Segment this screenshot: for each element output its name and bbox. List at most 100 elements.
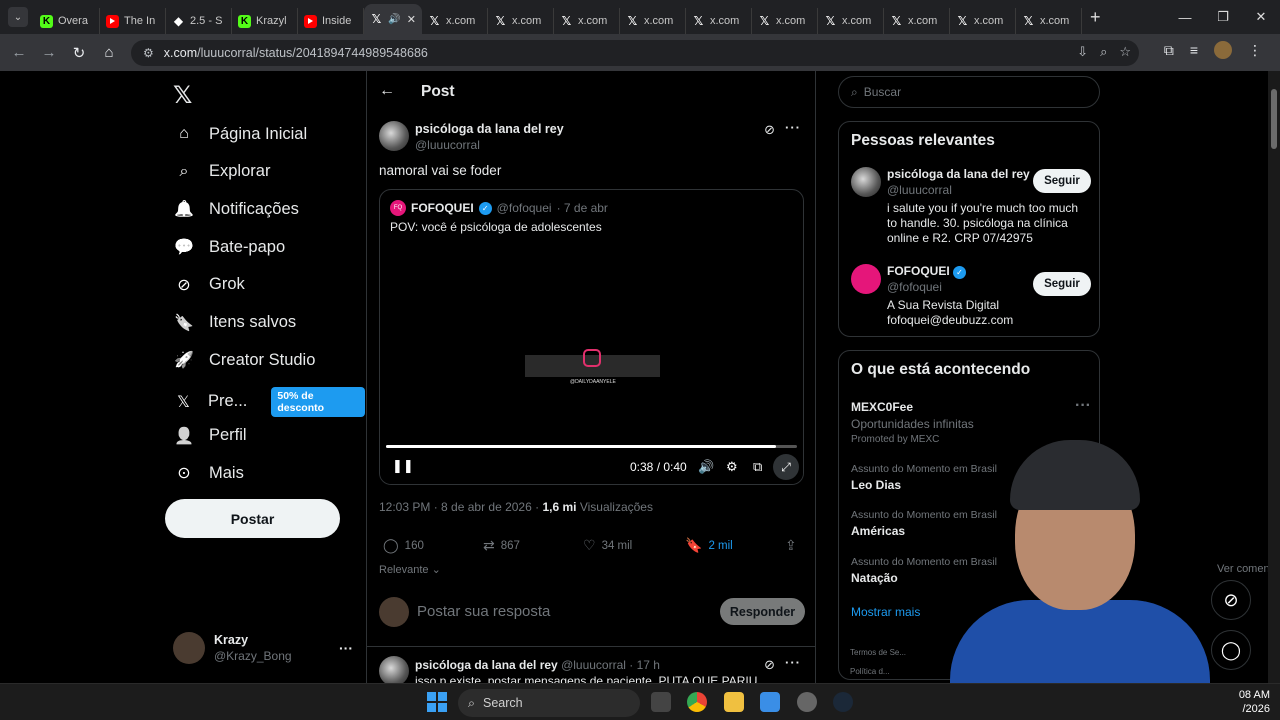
tab-label: x.com xyxy=(776,15,806,27)
follow-button[interactable]: Seguir xyxy=(1033,272,1091,296)
browser-tab[interactable]: The In xyxy=(100,8,166,34)
trend-item[interactable]: MEXC0Fee Oportunidades infinitas Promote… xyxy=(851,397,1091,445)
more-icon[interactable]: ··· xyxy=(339,640,353,656)
media-icon[interactable]: ≡ xyxy=(1190,42,1198,58)
more-icon[interactable]: ··· xyxy=(1075,397,1091,415)
obs-icon[interactable] xyxy=(797,692,817,712)
author-avatar[interactable] xyxy=(379,121,409,151)
premium-discount-badge[interactable]: 50% de desconto xyxy=(271,386,365,417)
reply-input[interactable]: Postar sua resposta xyxy=(417,603,550,620)
browser-tab[interactable]: 𝕏x.com xyxy=(488,8,554,34)
task-view-icon[interactable] xyxy=(651,692,671,712)
page-scrollbar[interactable] xyxy=(1268,71,1280,683)
forward-icon[interactable]: → xyxy=(34,44,64,61)
install-icon[interactable]: ⇩ xyxy=(1077,44,1088,60)
share-icon: ⇪ xyxy=(785,537,797,553)
home-icon[interactable]: ⌂ xyxy=(94,44,124,61)
browser-tab[interactable]: K Overa xyxy=(34,8,100,34)
menu-icon[interactable]: ⋮ xyxy=(1248,42,1262,59)
browser-tab[interactable]: 𝕏x.com xyxy=(554,8,620,34)
author-name[interactable]: psicóloga da lana del rey xyxy=(415,122,564,136)
grok-icon[interactable]: ⊘ xyxy=(764,122,775,138)
grok-float-icon[interactable]: ⊘ xyxy=(1211,580,1251,620)
video-progress-bar[interactable] xyxy=(386,445,797,448)
back-arrow-icon[interactable]: ← xyxy=(379,82,395,100)
browser-tab[interactable]: 𝕏x.com xyxy=(686,8,752,34)
share-button[interactable]: ⇪ xyxy=(785,537,797,554)
nav-item-rocket[interactable]: 🚀 Creator Studio xyxy=(173,349,315,371)
post-timestamp[interactable]: 12:03 PM · 8 de abr de 2026 · xyxy=(379,500,539,514)
account-handle: @Krazy_Bong xyxy=(214,649,292,663)
nav-item-chat[interactable]: 💬 Bate-papo xyxy=(173,236,285,258)
account-switcher[interactable]: Krazy @Krazy_Bong ··· xyxy=(173,632,353,664)
grok-icon[interactable]: ⊘ xyxy=(764,657,775,673)
browser-tab[interactable]: 𝕏 🔊 ✕ xyxy=(364,4,422,34)
close-window-button[interactable]: ✕ xyxy=(1242,0,1280,34)
system-clock[interactable]: 08 AM /2026 xyxy=(1239,688,1270,716)
reply-submit-button[interactable]: Responder xyxy=(720,598,805,625)
reload-icon[interactable]: ↻ xyxy=(64,44,94,62)
bookmark-button[interactable]: 🔖 2 mil xyxy=(685,537,733,554)
nav-item-search[interactable]: ⌕ Explorar xyxy=(173,161,271,183)
profile-avatar[interactable] xyxy=(1214,41,1232,59)
browser-tab[interactable]: 𝕏x.com xyxy=(620,8,686,34)
pause-icon[interactable]: ❚❚ xyxy=(392,458,414,474)
volume-icon[interactable]: 🔊 xyxy=(698,459,714,475)
minimize-button[interactable]: — xyxy=(1166,0,1204,34)
more-icon[interactable]: ··· xyxy=(785,655,801,670)
nav-item-person[interactable]: 👤 Perfil xyxy=(173,425,247,447)
x-logo-icon[interactable]: 𝕏 xyxy=(173,81,192,110)
nav-item-bell[interactable]: 🔔 Notificações xyxy=(173,198,299,220)
windows-start-icon[interactable] xyxy=(427,692,447,712)
browser-tab[interactable]: ◆ 2.5 - S xyxy=(166,8,232,34)
taskbar-search[interactable]: ⌕ Search xyxy=(458,689,640,717)
paint-icon[interactable] xyxy=(760,692,780,712)
browser-tab[interactable]: Inside xyxy=(298,8,364,34)
site-info-icon[interactable]: ⚙ xyxy=(143,46,154,60)
browser-tab[interactable]: 𝕏x.com xyxy=(422,8,488,34)
author-handle[interactable]: @luuucorral xyxy=(415,138,480,152)
restore-button[interactable]: ❐ xyxy=(1204,0,1242,34)
browser-tab[interactable]: 𝕏x.com xyxy=(950,8,1016,34)
file-explorer-icon[interactable] xyxy=(724,692,744,712)
search-input[interactable]: ⌕ Buscar xyxy=(838,76,1100,108)
follow-button[interactable]: Seguir xyxy=(1033,169,1091,193)
post-button[interactable]: Postar xyxy=(165,499,340,538)
like-button[interactable]: ♡ 34 mil xyxy=(583,537,632,554)
more-icon[interactable]: ··· xyxy=(785,120,801,135)
nav-item-more-circle[interactable]: ⊙ Mais xyxy=(173,462,244,484)
streamer-headphones xyxy=(1010,440,1140,510)
video-player[interactable]: @DAILYDAANYELE ❚❚ 0:38 / 0:40 🔊 ⚙ ⧉ ⤢ xyxy=(380,248,803,484)
quoted-post[interactable]: FQ FOFOQUEI ✓ @fofoquei · 7 de abr POV: … xyxy=(379,189,804,485)
pip-icon[interactable]: ⧉ xyxy=(753,459,762,475)
fullscreen-icon[interactable]: ⤢ xyxy=(773,454,799,480)
browser-tab[interactable]: 𝕏x.com xyxy=(818,8,884,34)
browser-tab[interactable]: 𝕏x.com xyxy=(752,8,818,34)
sort-dropdown[interactable]: Relevante ⌄ xyxy=(379,564,441,576)
address-bar[interactable]: ⚙ x.com/luuucorral/status/20418947449895… xyxy=(131,40,1139,66)
zoom-icon[interactable]: ⌕ xyxy=(1100,44,1107,60)
scrollbar-thumb[interactable] xyxy=(1271,89,1277,149)
tab-search-button[interactable]: ⌄ xyxy=(8,7,28,27)
steam-icon[interactable] xyxy=(833,692,853,712)
settings-icon[interactable]: ⚙ xyxy=(726,459,738,475)
new-tab-button[interactable]: + xyxy=(1090,7,1101,28)
repost-button[interactable]: ⇄ 867 xyxy=(483,537,520,554)
audio-playing-icon[interactable]: 🔊 xyxy=(388,14,400,25)
reply-button[interactable]: ◯ 160 xyxy=(383,537,424,554)
close-tab-icon[interactable]: ✕ xyxy=(407,13,416,26)
browser-tab[interactable]: K Krazyl xyxy=(232,8,298,34)
browser-tab[interactable]: 𝕏x.com xyxy=(1016,8,1082,34)
show-more-link[interactable]: Mostrar mais xyxy=(851,605,920,619)
nav-item-home[interactable]: ⌂ Página Inicial xyxy=(173,123,307,145)
chrome-icon[interactable] xyxy=(687,692,707,712)
back-icon[interactable]: ← xyxy=(4,44,34,61)
nav-item-x[interactable]: 𝕏 Pre... 50% de desconto xyxy=(173,386,365,417)
reply-author-avatar[interactable] xyxy=(379,656,409,683)
chat-float-icon[interactable]: ◯ xyxy=(1211,630,1251,670)
star-icon[interactable]: ☆ xyxy=(1119,44,1131,60)
extensions-icon[interactable]: ⧉ xyxy=(1164,42,1174,59)
nav-item-grok[interactable]: ⊘ Grok xyxy=(173,274,244,296)
browser-tab[interactable]: 𝕏x.com xyxy=(884,8,950,34)
nav-item-bookmark[interactable]: 🔖 Itens salvos xyxy=(173,312,296,334)
